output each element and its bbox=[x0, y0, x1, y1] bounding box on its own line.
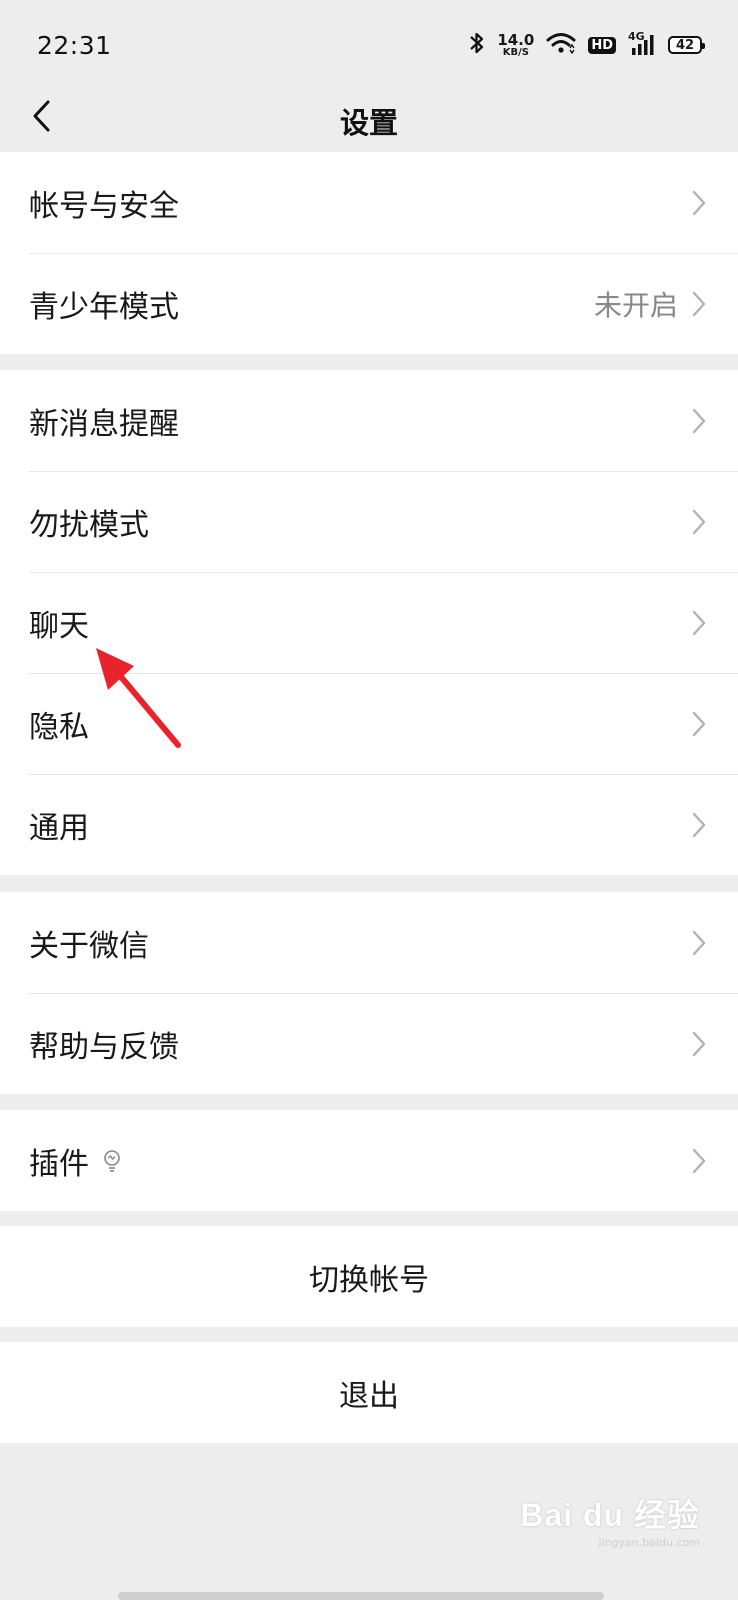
back-button[interactable] bbox=[22, 96, 62, 140]
lightbulb-icon bbox=[101, 1148, 123, 1174]
setting-row-youth-mode[interactable]: 青少年模式 未开启 bbox=[0, 253, 738, 354]
settings-group-plugins: 插件 bbox=[0, 1110, 738, 1211]
setting-label: 勿扰模式 bbox=[29, 507, 149, 543]
settings-group-account: 帐号与安全 青少年模式 未开启 bbox=[0, 152, 738, 354]
chevron-right-icon bbox=[690, 810, 708, 840]
chevron-right-icon bbox=[690, 507, 708, 537]
setting-label: 通用 bbox=[29, 810, 89, 846]
bluetooth-icon bbox=[469, 31, 485, 59]
chevron-right-icon bbox=[690, 406, 708, 436]
wifi-icon bbox=[546, 32, 576, 58]
setting-value: 未开启 bbox=[593, 288, 678, 322]
settings-group-features: 新消息提醒 勿扰模式 聊天 隐私 通用 bbox=[0, 370, 738, 875]
switch-account-button[interactable]: 切换帐号 bbox=[0, 1226, 738, 1327]
page-title: 设置 bbox=[339, 106, 398, 140]
chevron-right-icon bbox=[690, 289, 708, 319]
chevron-left-icon bbox=[32, 100, 52, 136]
navigation-bar: 设置 bbox=[0, 90, 738, 152]
logout-section: 退出 bbox=[0, 1342, 738, 1443]
network-speed-value: 14.0 bbox=[497, 30, 535, 49]
setting-label-wrapper: 插件 bbox=[29, 1139, 690, 1183]
setting-row-account-security[interactable]: 帐号与安全 bbox=[0, 152, 738, 253]
chevron-right-icon bbox=[690, 709, 708, 739]
setting-row-notifications[interactable]: 新消息提醒 bbox=[0, 370, 738, 471]
logout-button[interactable]: 退出 bbox=[0, 1342, 738, 1443]
hd-badge: HD bbox=[588, 36, 616, 54]
setting-row-general[interactable]: 通用 bbox=[0, 774, 738, 875]
settings-group-about: 关于微信 帮助与反馈 bbox=[0, 892, 738, 1094]
battery-indicator: 42 bbox=[668, 36, 705, 54]
chevron-right-icon bbox=[690, 928, 708, 958]
setting-row-do-not-disturb[interactable]: 勿扰模式 bbox=[0, 471, 738, 572]
baidu-logo: Bai du 经验 bbox=[520, 1497, 700, 1533]
status-time: 22:31 bbox=[37, 30, 112, 60]
setting-row-about-wechat[interactable]: 关于微信 bbox=[0, 892, 738, 993]
setting-label: 插件 bbox=[29, 1146, 89, 1182]
home-indicator[interactable] bbox=[118, 1592, 604, 1600]
network-speed: 14.0 KB/S bbox=[497, 30, 535, 58]
setting-row-plugins[interactable]: 插件 bbox=[0, 1110, 738, 1211]
setting-label: 聊天 bbox=[29, 608, 89, 644]
setting-label: 新消息提醒 bbox=[29, 406, 179, 442]
setting-label: 关于微信 bbox=[29, 928, 149, 964]
setting-label: 青少年模式 bbox=[29, 289, 179, 325]
chevron-right-icon bbox=[690, 608, 708, 638]
setting-row-chat[interactable]: 聊天 bbox=[0, 572, 738, 673]
baidu-watermark: Bai du 经验 jingyan.baidu.com bbox=[510, 1490, 700, 1550]
chevron-right-icon bbox=[690, 1146, 708, 1176]
status-icons: 14.0 KB/S HD 4G 42 bbox=[469, 30, 705, 59]
signal-icon: 4G bbox=[628, 30, 656, 56]
setting-row-privacy[interactable]: 隐私 bbox=[0, 673, 738, 774]
chevron-right-icon bbox=[690, 1029, 708, 1059]
setting-label: 帐号与安全 bbox=[29, 188, 179, 224]
network-speed-unit: KB/S bbox=[502, 46, 529, 58]
chevron-right-icon bbox=[690, 188, 708, 218]
battery-level: 42 bbox=[675, 37, 695, 53]
setting-label: 帮助与反馈 bbox=[29, 1029, 179, 1065]
status-bar: 22:31 14.0 KB/S HD 4G 42 bbox=[0, 0, 738, 90]
setting-label: 隐私 bbox=[29, 709, 89, 745]
baidu-url: jingyan.baidu.com bbox=[598, 1536, 700, 1549]
network-type-label: 4G bbox=[628, 30, 645, 43]
switch-account-section: 切换帐号 bbox=[0, 1226, 738, 1327]
setting-row-help-feedback[interactable]: 帮助与反馈 bbox=[0, 993, 738, 1094]
